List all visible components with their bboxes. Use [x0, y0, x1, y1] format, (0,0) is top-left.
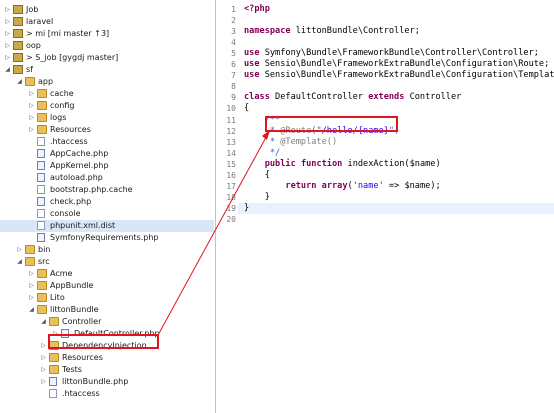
arrow-head [262, 130, 270, 140]
arrow-line [156, 129, 271, 338]
annotation-arrow [156, 129, 271, 338]
